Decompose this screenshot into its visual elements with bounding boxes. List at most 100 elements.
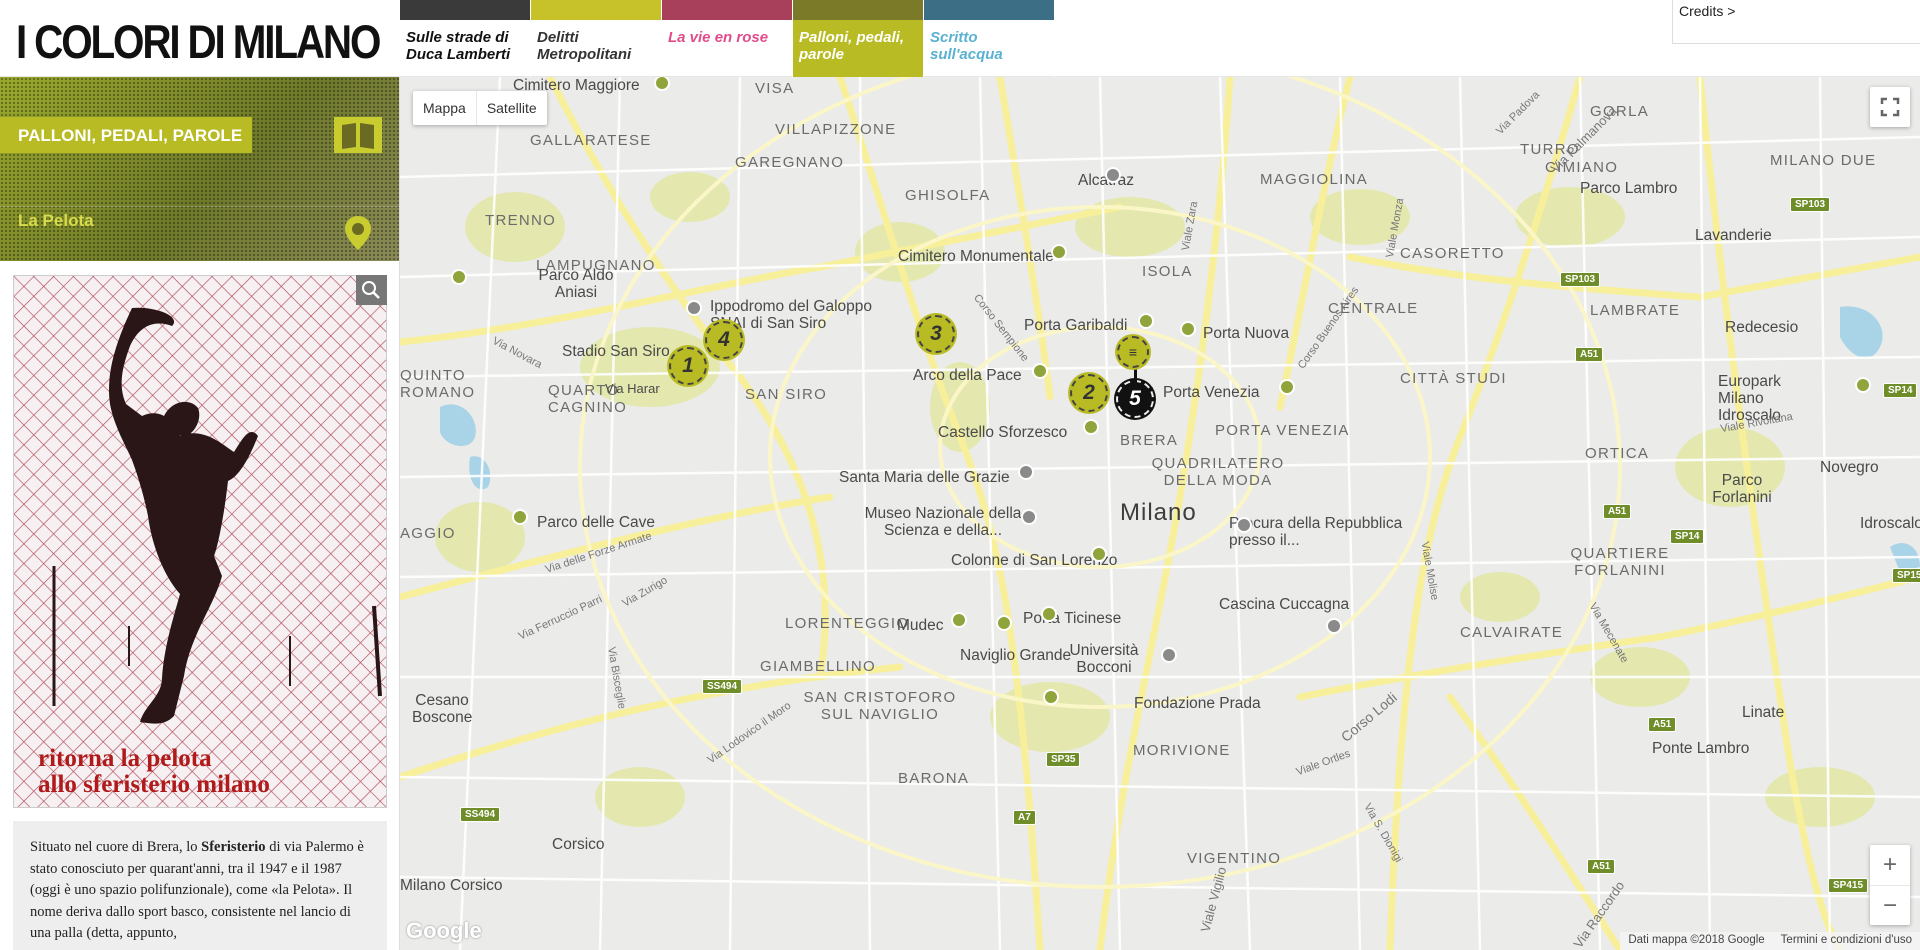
area-label: QUARTIERE FORLANINI bbox=[1570, 545, 1670, 579]
poi-icon[interactable] bbox=[996, 615, 1012, 631]
itinerary-marker[interactable]: 3 bbox=[917, 315, 955, 353]
poi-label[interactable]: Parco Aldo Aniasi bbox=[526, 267, 626, 301]
google-logo: Google bbox=[406, 918, 482, 943]
area-label: CITTÀ STUDI bbox=[1400, 370, 1507, 387]
poi-icon[interactable] bbox=[1180, 321, 1196, 337]
tab-la-vie-en-rose[interactable]: La vie en rose bbox=[662, 0, 793, 77]
tab-label: La vie en rose bbox=[668, 29, 769, 46]
magnifier-icon[interactable] bbox=[356, 275, 387, 305]
poi-label[interactable]: Porta Nuova bbox=[1203, 325, 1289, 342]
poster-text-line2: allo sferisterio milano bbox=[38, 771, 270, 798]
poi-label[interactable]: Arco della Pace bbox=[913, 367, 1022, 384]
poi-label[interactable]: Parco Forlanini bbox=[1702, 472, 1782, 506]
poi-label[interactable]: Redecesio bbox=[1725, 319, 1798, 336]
tab-palloni-pedali-parole[interactable]: Palloni, pedali, parole bbox=[793, 0, 924, 77]
poi-label[interactable]: Mudec bbox=[897, 617, 944, 634]
poi-label[interactable]: Università Bocconi bbox=[1069, 642, 1139, 676]
tab-color-strip bbox=[400, 0, 530, 20]
poi-icon[interactable] bbox=[1051, 244, 1067, 260]
poi-icon[interactable] bbox=[1091, 546, 1107, 562]
poi-label[interactable]: Cesano Boscone bbox=[412, 692, 472, 726]
list-icon[interactable]: ≡ bbox=[1117, 336, 1149, 368]
poi-label[interactable]: Procura della Repubblica presso il... bbox=[1229, 515, 1404, 549]
road-shield: A51 bbox=[1575, 347, 1604, 362]
poi-label[interactable]: Linate bbox=[1742, 704, 1784, 721]
sidebar-divider bbox=[0, 206, 399, 207]
poi-icon[interactable] bbox=[1236, 517, 1252, 533]
itinerary-marker[interactable]: 1 bbox=[669, 347, 707, 385]
poi-label[interactable]: Parco Lambro bbox=[1580, 180, 1677, 197]
sidebar: PALLONI, PEDALI, PAROLE La Pelota ritorn… bbox=[0, 77, 400, 950]
tab-delitti-metropolitani[interactable]: Delitti Metropolitani bbox=[531, 0, 662, 77]
poi-label[interactable]: Porta Garibaldi bbox=[1024, 317, 1127, 334]
itinerary-marker[interactable]: 2 bbox=[1070, 374, 1108, 412]
itinerary-tabs: Sulle strade di Duca Lamberti Delitti Me… bbox=[400, 0, 1055, 77]
poi-icon[interactable] bbox=[512, 509, 528, 525]
poi-label[interactable]: Stadio San Siro bbox=[562, 343, 670, 360]
tab-scritto-sull-acqua[interactable]: Scritto sull'acqua bbox=[924, 0, 1055, 77]
city-label: Milano bbox=[1120, 499, 1197, 526]
poi-icon[interactable] bbox=[1855, 377, 1871, 393]
book-icon[interactable] bbox=[334, 117, 382, 153]
poi-icon[interactable] bbox=[1279, 379, 1295, 395]
poi-label[interactable]: Cimitero Monumentale bbox=[898, 248, 1054, 265]
poi-label[interactable]: Lavanderie bbox=[1695, 227, 1772, 244]
tab-label: Sulle strade di Duca Lamberti bbox=[406, 29, 511, 63]
description-text: Situato nel cuore di Brera, lo Sferister… bbox=[30, 837, 372, 945]
poi-label[interactable]: Naviglio Grande bbox=[960, 647, 1071, 664]
poi-label[interactable]: Porta Venezia bbox=[1163, 384, 1260, 401]
terms-link[interactable]: Termini e condizioni d'uso bbox=[1773, 932, 1920, 950]
map-type-satellite-button[interactable]: Satellite bbox=[475, 91, 547, 125]
poi-label[interactable]: Porta Ticinese bbox=[1023, 610, 1121, 627]
poi-icon[interactable] bbox=[1043, 689, 1059, 705]
poster-image[interactable]: ritorna la pelota allo sferisterio milan… bbox=[13, 275, 387, 808]
poi-label[interactable]: Novegro bbox=[1820, 459, 1879, 476]
poi-icon[interactable] bbox=[1083, 419, 1099, 435]
poi-label[interactable]: Parco delle Cave bbox=[537, 514, 655, 531]
itinerary-marker-selected[interactable]: 5 bbox=[1116, 380, 1154, 418]
poi-label[interactable]: Santa Maria delle Grazie bbox=[839, 469, 1010, 486]
map-type-map-button[interactable]: Mappa bbox=[413, 91, 476, 125]
area-label: GAREGNANO bbox=[735, 154, 845, 171]
poi-label[interactable]: Via Harar bbox=[605, 380, 660, 397]
poi-icon[interactable] bbox=[686, 300, 702, 316]
poi-label[interactable]: Corsico bbox=[552, 836, 605, 853]
road-shield: SP14 bbox=[1670, 529, 1705, 544]
poi-label[interactable]: Ponte Lambro bbox=[1652, 740, 1749, 757]
poi-icon[interactable] bbox=[451, 269, 467, 285]
poi-label[interactable]: Milano Corsico bbox=[400, 877, 503, 894]
poi-icon[interactable] bbox=[1032, 363, 1048, 379]
fullscreen-icon[interactable] bbox=[1870, 87, 1910, 127]
poi-label[interactable]: Museo Nazionale della Scienza e della... bbox=[858, 505, 1028, 539]
road-shield: A51 bbox=[1648, 717, 1677, 732]
poi-icon[interactable] bbox=[1018, 464, 1034, 480]
area-label: LORENTEGGIO bbox=[785, 615, 910, 632]
area-label: TRENNO bbox=[485, 212, 557, 229]
road-shield: SP103 bbox=[1790, 197, 1831, 212]
zoom-in-button[interactable]: + bbox=[1870, 845, 1910, 885]
tab-duca-lamberti[interactable]: Sulle strade di Duca Lamberti bbox=[400, 0, 531, 77]
map-canvas[interactable]: VISA VILLAPIZZONE GALLARATESE GAREGNANO … bbox=[400, 77, 1920, 950]
zoom-out-button[interactable]: − bbox=[1870, 885, 1910, 925]
area-label: AGGIO bbox=[400, 525, 456, 542]
credits-link[interactable]: Credits > bbox=[1672, 0, 1920, 44]
poi-label[interactable]: Fondazione Prada bbox=[1134, 695, 1261, 712]
area-label: GIAMBELLINO bbox=[760, 658, 876, 675]
poi-icon[interactable] bbox=[1138, 313, 1154, 329]
poi-label[interactable]: Ippodromo del Galoppo SNAI di San Siro bbox=[710, 298, 910, 332]
poi-label[interactable]: Cascina Cuccagna bbox=[1219, 596, 1349, 613]
map-footer: Dati mappa ©2018 Google Termini e condiz… bbox=[1620, 932, 1920, 950]
poi-icon[interactable] bbox=[1326, 618, 1342, 634]
map-pin-icon[interactable] bbox=[344, 215, 372, 251]
poi-label[interactable]: Idroscalo bbox=[1860, 515, 1920, 532]
poi-label[interactable]: Castello Sforzesco bbox=[938, 424, 1067, 441]
poi-icon[interactable] bbox=[1041, 606, 1057, 622]
site-logo[interactable]: I COLORI DI MILANO bbox=[16, 14, 381, 69]
itinerary-marker[interactable]: 4 bbox=[705, 321, 743, 359]
poi-icon[interactable] bbox=[1105, 167, 1121, 183]
road-shield: SS494 bbox=[702, 679, 743, 694]
poi-icon[interactable] bbox=[1161, 647, 1177, 663]
poi-icon[interactable] bbox=[951, 612, 967, 628]
poi-icon[interactable] bbox=[1021, 509, 1037, 525]
area-label: BRERA bbox=[1120, 432, 1179, 449]
